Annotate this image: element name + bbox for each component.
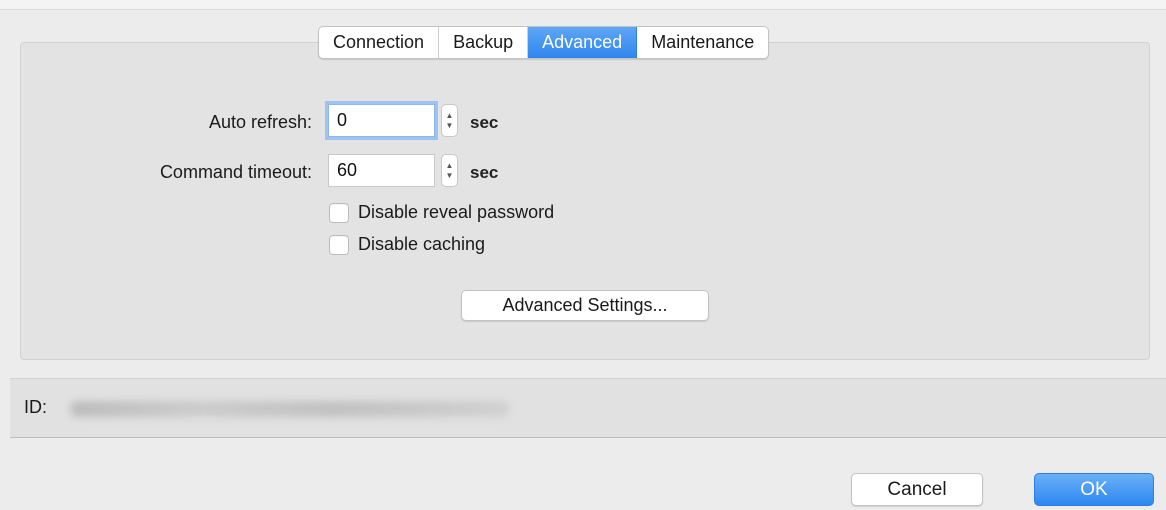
command-timeout-input[interactable] <box>328 154 435 187</box>
stepper-down-icon[interactable]: ▼ <box>446 171 454 181</box>
cancel-button[interactable]: Cancel <box>851 473 983 506</box>
connection-settings-dialog: Connection Backup Advanced Maintenance A… <box>0 0 1166 510</box>
disable-reveal-password-checkbox[interactable] <box>329 202 349 223</box>
tab-maintenance[interactable]: Maintenance <box>637 27 768 58</box>
disable-caching-checkbox[interactable] <box>329 234 349 255</box>
window-top-edge <box>0 0 1166 10</box>
id-label: ID: <box>24 397 48 417</box>
disable-reveal-password-option[interactable]: Disable reveal password <box>329 202 554 223</box>
auto-refresh-label: Auto refresh: <box>208 112 312 132</box>
command-timeout-stepper[interactable]: ▲ ▼ <box>441 154 458 187</box>
tab-backup[interactable]: Backup <box>439 27 529 58</box>
id-value-redacted <box>70 401 510 417</box>
tab-connection[interactable]: Connection <box>319 27 440 58</box>
stepper-down-icon[interactable]: ▼ <box>446 121 454 131</box>
id-bar: ID: <box>10 378 1166 438</box>
command-timeout-label: Command timeout: <box>159 162 312 182</box>
disable-reveal-password-label: Disable reveal password <box>358 202 555 222</box>
stepper-up-icon[interactable]: ▲ <box>446 111 454 121</box>
tab-bar: Connection Backup Advanced Maintenance <box>318 26 770 59</box>
tab-advanced[interactable]: Advanced <box>528 27 638 58</box>
auto-refresh-input[interactable] <box>328 104 435 137</box>
ok-button[interactable]: OK <box>1034 473 1154 506</box>
command-timeout-unit: sec <box>470 163 499 182</box>
stepper-up-icon[interactable]: ▲ <box>446 161 454 171</box>
disable-caching-label: Disable caching <box>358 234 486 254</box>
disable-caching-option[interactable]: Disable caching <box>329 234 485 255</box>
auto-refresh-unit: sec <box>470 113 499 132</box>
auto-refresh-stepper[interactable]: ▲ ▼ <box>441 104 458 137</box>
advanced-settings-button[interactable]: Advanced Settings... <box>461 290 709 321</box>
